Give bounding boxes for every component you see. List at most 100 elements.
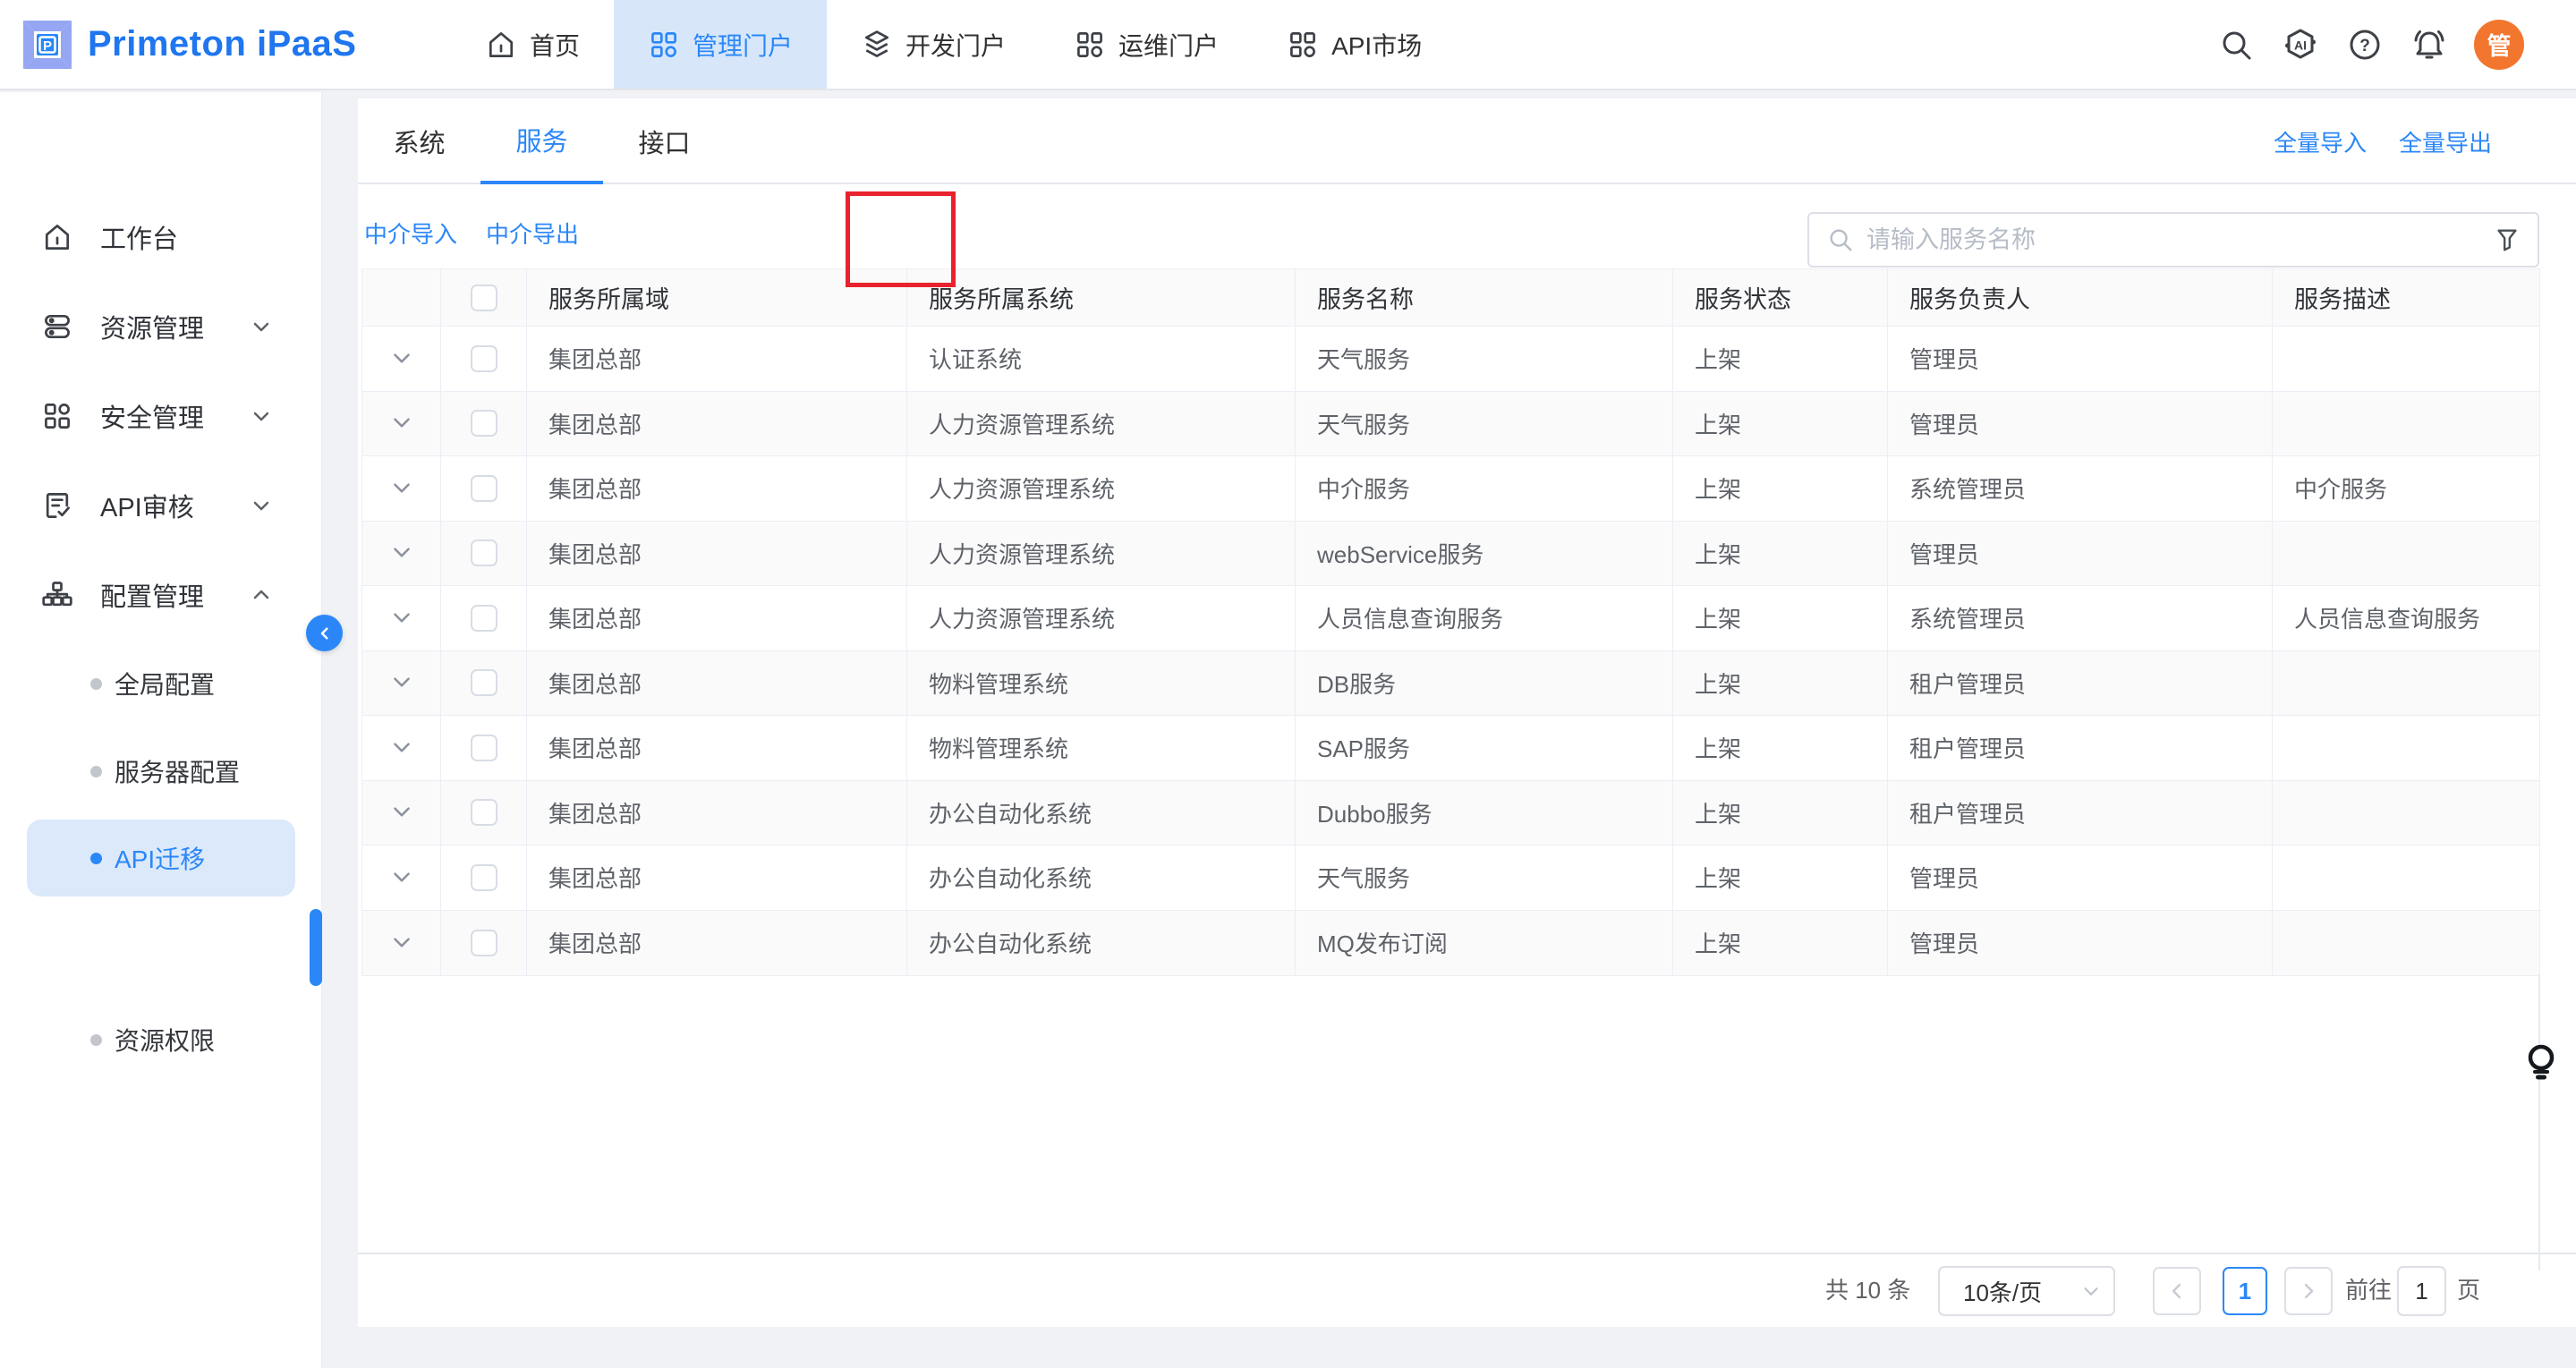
notification-bell-icon[interactable]	[2410, 25, 2449, 64]
cell-owner: 管理员	[1888, 845, 2273, 910]
expand-row-button[interactable]	[362, 327, 441, 391]
cell-system: 人力资源管理系统	[907, 586, 1296, 650]
expand-row-button[interactable]	[362, 586, 441, 650]
topbar-actions: AI ? 管	[2216, 0, 2524, 89]
row-checkbox[interactable]	[441, 456, 527, 521]
cell-name: SAP服务	[1296, 716, 1673, 780]
expand-row-button[interactable]	[362, 392, 441, 456]
select-all-checkbox[interactable]	[441, 269, 527, 326]
full-import-link[interactable]: 全量导入	[2274, 125, 2367, 158]
next-page-button[interactable]	[2284, 1267, 2333, 1315]
row-checkbox[interactable]	[441, 392, 527, 456]
sidebar-item-label: 工作台	[100, 218, 178, 256]
workbench-home-icon	[41, 221, 73, 253]
page-number-button[interactable]: 1	[2223, 1267, 2267, 1315]
cell-domain: 集团总部	[527, 522, 907, 586]
row-checkbox[interactable]	[441, 845, 527, 910]
expand-row-button[interactable]	[362, 716, 441, 780]
cell-system: 人力资源管理系统	[907, 456, 1296, 521]
sidebar-item-workbench[interactable]: 工作台	[0, 208, 322, 266]
sidebar-collapse-button[interactable]	[306, 615, 343, 651]
nav-item-dev-portal[interactable]: 开发门户	[827, 0, 1040, 89]
table-row: 集团总部人力资源管理系统中介服务上架系统管理员中介服务	[362, 456, 2539, 522]
row-checkbox[interactable]	[441, 781, 527, 845]
prev-page-button[interactable]	[2153, 1267, 2201, 1315]
expand-row-button[interactable]	[362, 845, 441, 910]
row-checkbox[interactable]	[441, 911, 527, 976]
filter-funnel-icon[interactable]	[2493, 225, 2521, 254]
row-checkbox[interactable]	[441, 327, 527, 391]
tab-system[interactable]: 系统	[358, 98, 480, 184]
cell-desc	[2273, 911, 2539, 976]
table-row: 集团总部办公自动化系统天气服务上架管理员	[362, 845, 2539, 911]
sidebar-item-resource-mgmt[interactable]: 资源管理	[0, 298, 322, 355]
nav-item-ops-portal[interactable]: 运维门户	[1040, 0, 1253, 89]
page-size-select[interactable]: 10条/页	[1938, 1266, 2115, 1316]
logo[interactable]: P Primeton iPaaS	[21, 0, 356, 89]
nav-item-label: 首页	[530, 27, 580, 63]
expand-row-button[interactable]	[362, 911, 441, 976]
cell-name: 天气服务	[1296, 327, 1673, 391]
broker-import-link[interactable]: 中介导入	[364, 217, 457, 250]
sidebar-item-security-mgmt[interactable]: 安全管理	[0, 387, 322, 445]
full-export-link[interactable]: 全量导出	[2399, 125, 2492, 158]
lightbulb-tip-icon[interactable]	[2523, 1042, 2559, 1089]
topbar: P Primeton iPaaS 首页 管理门户	[0, 0, 2576, 90]
page: P Primeton iPaaS 首页 管理门户	[0, 0, 2576, 1368]
pagination-total: 共 10 条	[1825, 1254, 1910, 1327]
sidebar-subitem-api-migration[interactable]: API迁移	[27, 820, 295, 896]
row-checkbox[interactable]	[441, 586, 527, 650]
chevron-down-icon	[2081, 1281, 2101, 1301]
sidebar-item-api-review[interactable]: API审核	[0, 477, 322, 534]
tab-service[interactable]: 服务	[480, 98, 603, 184]
expand-row-button[interactable]	[362, 781, 441, 845]
expand-row-button[interactable]	[362, 522, 441, 586]
broker-export-link[interactable]: 中介导出	[486, 217, 579, 250]
expand-row-button[interactable]	[362, 651, 441, 716]
main-nav: 首页 管理门户 开发门户 运维门户	[451, 0, 1456, 89]
grid-icon	[648, 29, 680, 61]
sidebar-subitem-resource-permission[interactable]: 资源权限	[0, 1011, 322, 1068]
user-avatar[interactable]: 管	[2474, 20, 2524, 70]
ai-assistant-icon[interactable]: AI	[2281, 25, 2320, 64]
nav-item-admin-portal[interactable]: 管理门户	[614, 0, 827, 89]
cell-status: 上架	[1673, 522, 1888, 586]
cell-system: 认证系统	[907, 327, 1296, 391]
help-icon[interactable]: ?	[2345, 25, 2385, 64]
chevron-down-icon	[390, 931, 413, 955]
sidebar-subitem-server-config[interactable]: 服务器配置	[0, 743, 322, 800]
sidebar-item-config-mgmt[interactable]: 配置管理	[0, 566, 322, 624]
nav-item-home[interactable]: 首页	[451, 0, 614, 89]
goto-page-input[interactable]: 1	[2397, 1266, 2446, 1316]
expand-row-button[interactable]	[362, 456, 441, 521]
cell-status: 上架	[1673, 845, 1888, 910]
row-checkbox[interactable]	[441, 522, 527, 586]
cell-domain: 集团总部	[527, 911, 907, 976]
bullet-dot	[90, 678, 102, 690]
nav-item-api-market[interactable]: API市场	[1253, 0, 1456, 89]
search-icon[interactable]	[2216, 25, 2256, 64]
row-checkbox[interactable]	[441, 651, 527, 716]
grid-icon	[1074, 29, 1106, 61]
layers-icon	[861, 29, 893, 61]
column-header-status: 服务状态	[1673, 269, 1888, 326]
cell-status: 上架	[1673, 327, 1888, 391]
cell-domain: 集团总部	[527, 651, 907, 716]
cell-status: 上架	[1673, 651, 1888, 716]
cell-desc: 中介服务	[2273, 456, 2539, 521]
chevron-right-icon	[2298, 1280, 2319, 1302]
sidebar-subitem-label: API迁移	[115, 840, 205, 876]
row-checkbox[interactable]	[441, 716, 527, 780]
cell-system: 办公自动化系统	[907, 845, 1296, 910]
chevron-down-icon	[390, 866, 413, 889]
table-row: 集团总部物料管理系统SAP服务上架租户管理员	[362, 716, 2539, 781]
cell-domain: 集团总部	[527, 392, 907, 456]
tab-interface[interactable]: 接口	[603, 98, 726, 184]
sidebar-item-label: 安全管理	[100, 397, 204, 435]
service-search-input[interactable]	[1866, 226, 2493, 254]
sidebar-subitem-global-config[interactable]: 全局配置	[0, 655, 322, 712]
cell-domain: 集团总部	[527, 456, 907, 521]
nav-item-label: 开发门户	[905, 27, 1006, 63]
table-row: 集团总部办公自动化系统MQ发布订阅上架管理员	[362, 911, 2539, 976]
cell-desc	[2273, 522, 2539, 586]
